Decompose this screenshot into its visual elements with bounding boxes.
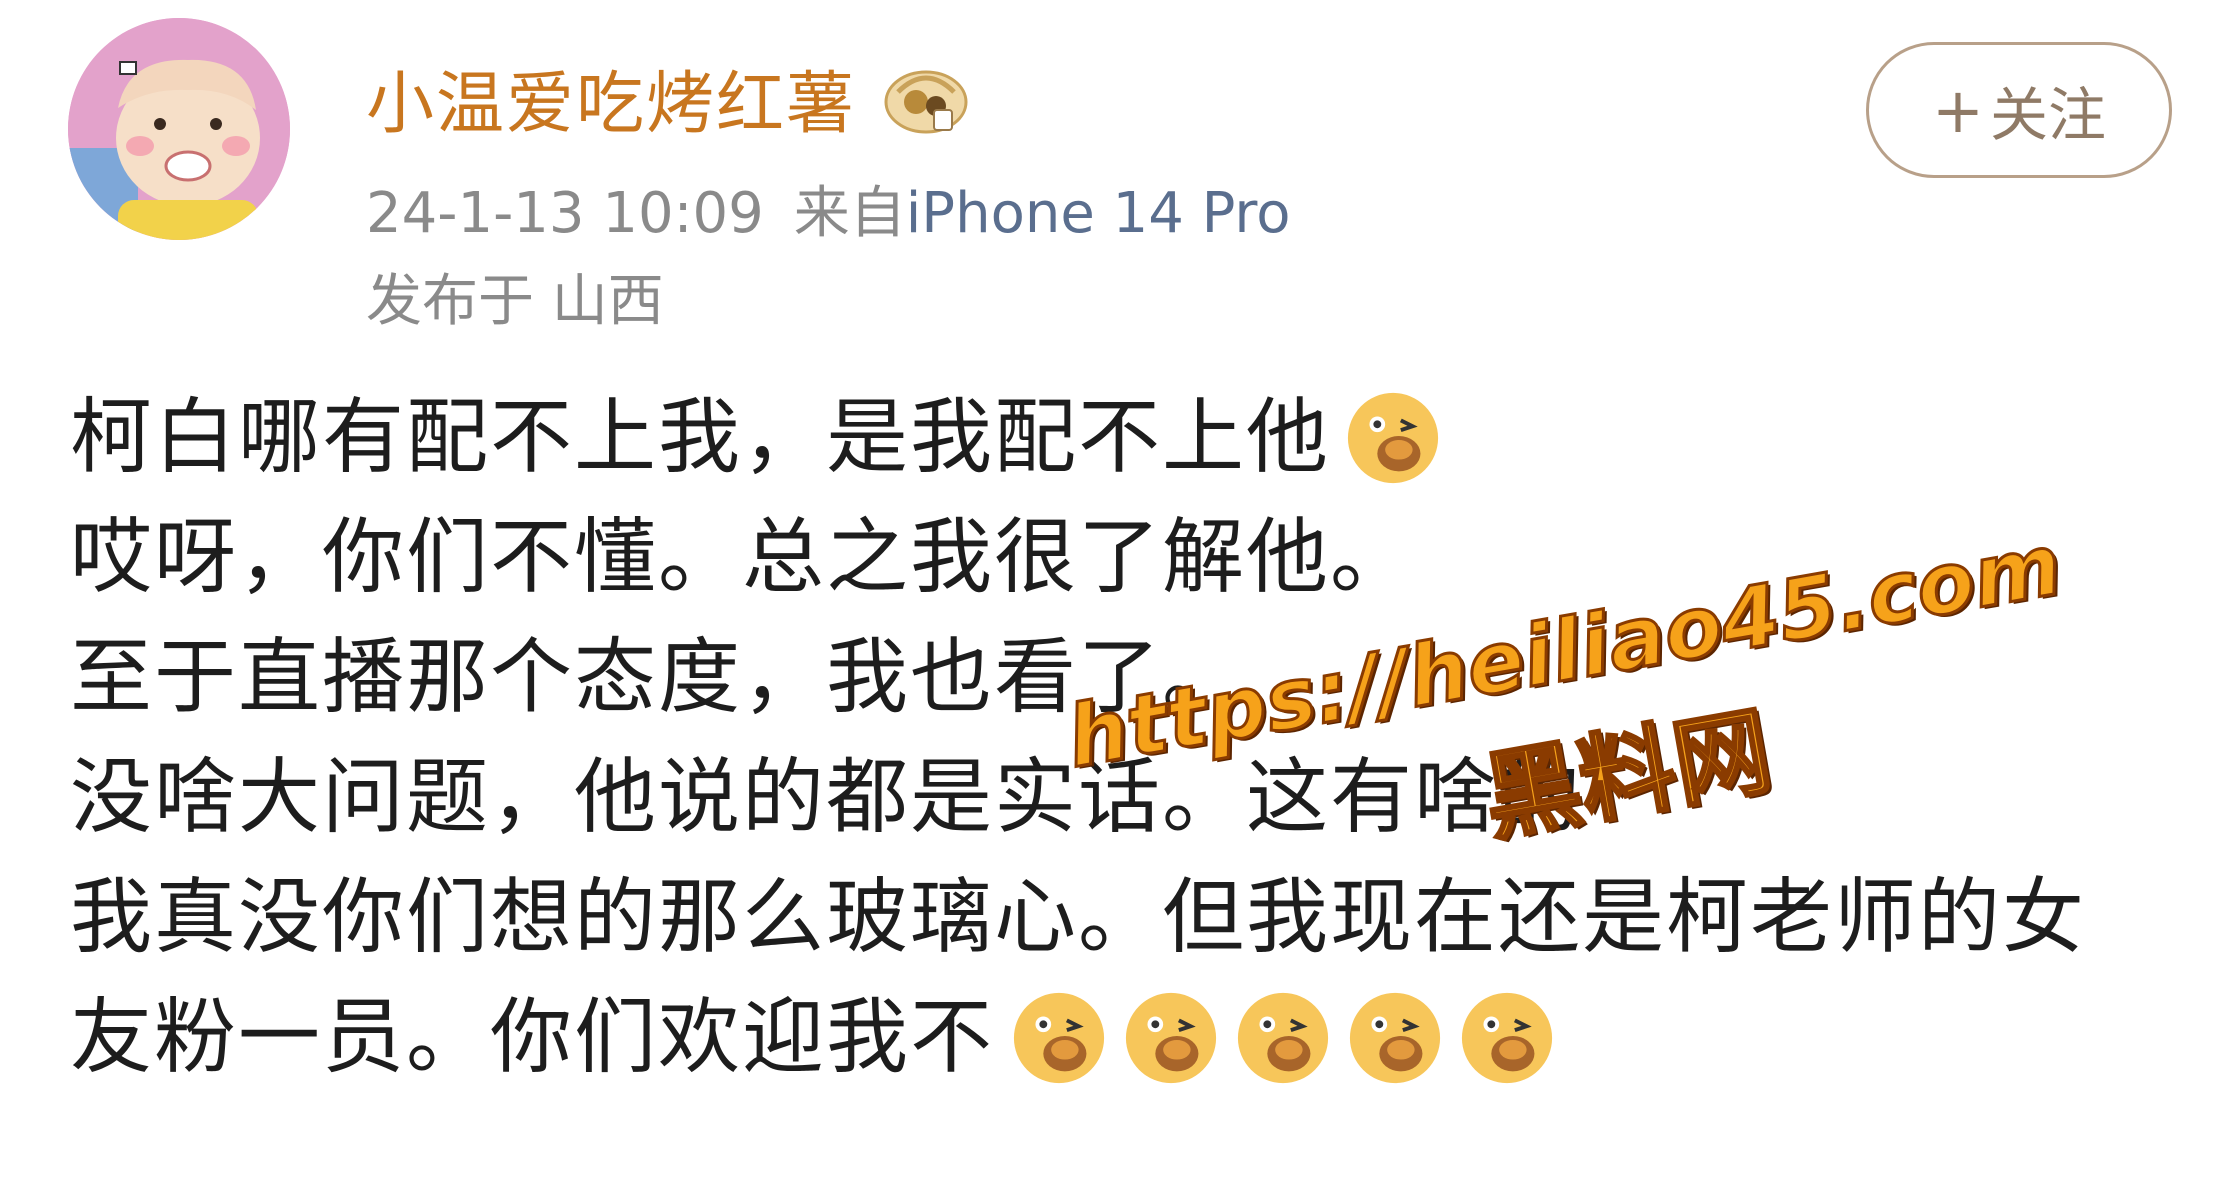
post-line-text: 我真没你们想的那么玻璃心。但我现在还是柯老师的女 <box>70 870 2087 965</box>
plus-icon: + <box>1932 73 1984 147</box>
sweet-potato-eating-emoji-icon <box>1125 992 1217 1084</box>
device-link[interactable]: iPhone 14 Pro <box>906 181 1291 246</box>
post-location: 发布于 山西 <box>366 269 664 334</box>
post-line-text: 至于直播那个态度，我也看了。 <box>70 630 1247 725</box>
sweet-potato-eating-emoji-icon <box>1347 392 1439 484</box>
username-row: 小温爱吃烤红薯 <box>366 48 974 147</box>
post-line: 柯白哪有配不上我，是我配不上他 <box>70 378 2170 498</box>
post-line-text: 哎呀，你们不懂。总之我很了解他。 <box>70 510 1415 605</box>
post-meta-time: 24-1-13 10:09 来自iPhone 14 Pro <box>366 168 1290 249</box>
post-line: 至于直播那个态度，我也看了。 <box>70 618 2170 738</box>
sweet-potato-eating-emoji-icon <box>1237 992 1329 1084</box>
avatar[interactable] <box>68 18 290 240</box>
post-line: 友粉一员。你们欢迎我不 <box>70 978 2170 1098</box>
follow-label: 关注 <box>1989 81 2106 149</box>
post-line: 没啥大问题，他说的都是实话。这有啥的 <box>70 738 2170 858</box>
post-line: 哎呀，你们不懂。总之我很了解他。 <box>70 498 2170 618</box>
weibo-post-screenshot: 小温爱吃烤红薯 24-1-13 10:09 来自iPhone 14 Pro 发布于… <box>0 0 2230 1196</box>
post-line: 我真没你们想的那么玻璃心。但我现在还是柯老师的女 <box>70 858 2170 978</box>
sweet-potato-eating-emoji-icon <box>1349 992 1441 1084</box>
source-prefix: 来自 <box>793 181 906 246</box>
post-line-text: 柯白哪有配不上我，是我配不上他 <box>70 390 1331 485</box>
post-line-text: 没啥大问题，他说的都是实话。这有啥的 <box>70 750 1583 845</box>
follow-button[interactable]: + 关注 <box>1866 42 2172 178</box>
sweet-potato-eating-emoji-icon <box>1461 992 1553 1084</box>
username[interactable]: 小温爱吃烤红薯 <box>366 48 856 147</box>
avatar-cartoon-icon <box>68 18 290 240</box>
post-timestamp: 24-1-13 10:09 <box>366 181 764 246</box>
post-line-text: 友粉一员。你们欢迎我不 <box>70 990 995 1085</box>
vip-medal-icon[interactable] <box>878 58 974 138</box>
sweet-potato-eating-emoji-icon <box>1013 992 1105 1084</box>
post-body: 柯白哪有配不上我，是我配不上他 哎呀，你们不懂。总之我很了解他。 至于直播那个态… <box>70 378 2170 1098</box>
